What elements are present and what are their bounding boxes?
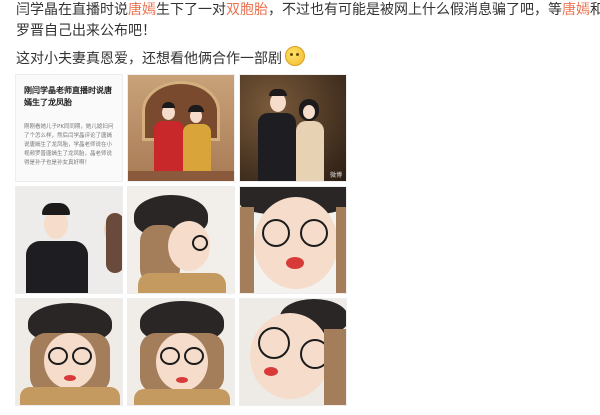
text-segment: 闫学晶在直播时说	[16, 2, 128, 18]
photo-grid: 刚闫学晶老师直播时说唐嫣生了龙凤胎 刚刚看她儿子PK同同期，她儿媳妇问了个怎么样…	[15, 74, 347, 410]
post-text-line-1: 闫学晶在直播时说唐嫣生下了一对双胞胎，不过也有可能是被网上什么假消息骗了吧，等唐…	[16, 0, 600, 20]
topic-link-twins[interactable]: 双胞胎	[226, 2, 268, 18]
photo-glasses-closeup[interactable]	[239, 186, 347, 294]
photo-wedding-western[interactable]: 微博	[239, 74, 347, 182]
laugh-emoji-icon	[285, 46, 305, 66]
post-text-line-3: 这对小夫妻真恩爱，还想看他俩合作一部剧	[16, 46, 305, 69]
photo-wedding-traditional[interactable]	[127, 74, 235, 182]
news-body: 刚刚看她儿子PK同同期，她儿媳妇问了个怎么样，然后闫学晶评论了唐嫣说唐嫣生了龙凤…	[24, 124, 114, 166]
photo-news-screenshot[interactable]: 刚闫学晶老师直播时说唐嫣生了龙凤胎 刚刚看她儿子PK同同期，她儿媳妇问了个怎么样…	[15, 74, 123, 182]
topic-link-tangyan[interactable]: 唐嫣	[128, 2, 156, 18]
post-text-line-2: 罗晋自己出来公布吧！	[16, 23, 156, 39]
watermark: 微博	[329, 172, 342, 179]
photo-beret-profile[interactable]	[127, 186, 235, 294]
news-title: 刚闫学晶老师直播时说唐嫣生了龙凤胎	[24, 86, 112, 107]
photo-man-portrait[interactable]	[15, 186, 123, 294]
text-segment: 这对小夫妻真恩爱，还想看他俩合作一部剧	[16, 51, 282, 67]
text-segment: 生下了一对	[156, 2, 226, 18]
photo-beret-glasses-2[interactable]	[127, 298, 235, 406]
photo-beret-glasses-1[interactable]	[15, 298, 123, 406]
text-segment: 和	[590, 2, 600, 18]
topic-link-tangyan-2[interactable]: 唐嫣	[562, 2, 590, 18]
photo-glasses-tilt[interactable]	[239, 298, 347, 406]
text-segment: ，不过也有可能是被网上什么假消息骗了吧，等	[268, 2, 562, 18]
